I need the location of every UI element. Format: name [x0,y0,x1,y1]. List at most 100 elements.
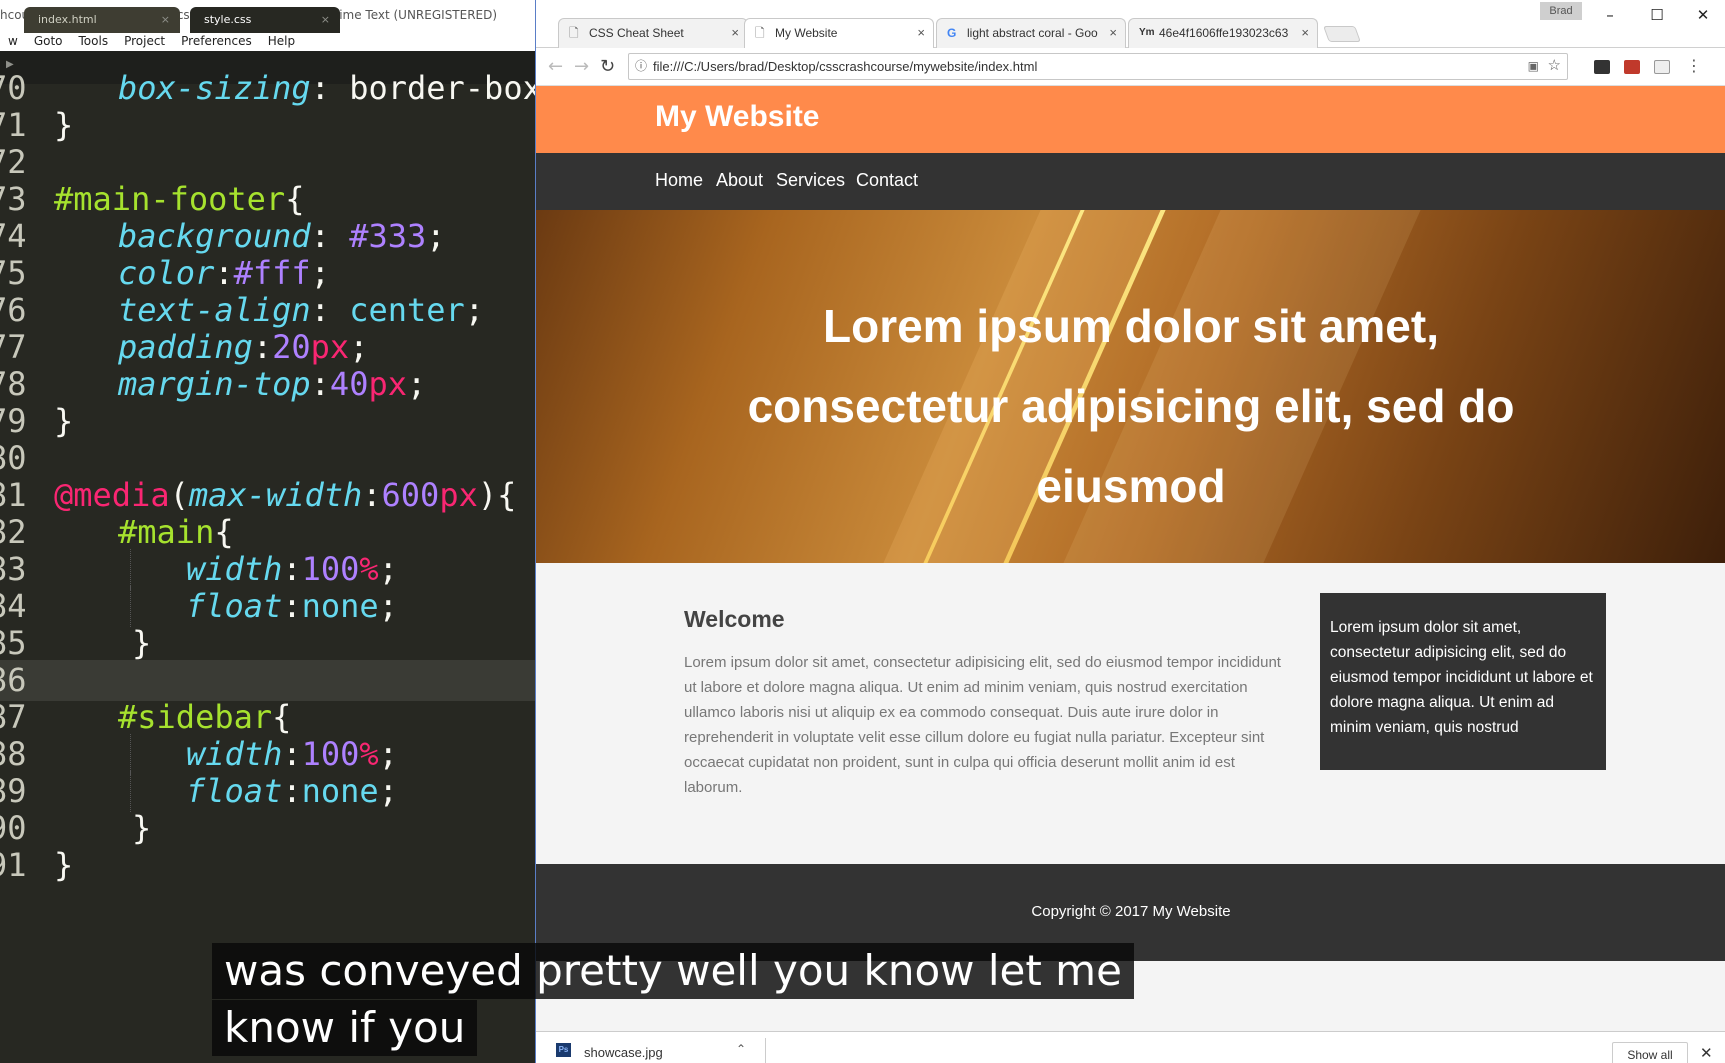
css-property: background [118,217,311,255]
code-line: 88width:100%; [0,734,535,775]
subtitle-line: was conveyed pretty well you know let me [212,943,1134,999]
site-nav: Home About Services Contact [536,153,1725,210]
line-number: 79 [0,402,27,440]
css-property: box-sizing [118,69,311,107]
close-icon[interactable]: × [727,19,739,47]
pdf-extension-icon[interactable] [1624,60,1640,74]
css-unit: px [368,365,407,403]
close-icon[interactable]: ✕ [1700,1044,1713,1062]
css-value: border-box [329,69,535,107]
bookmark-star-icon[interactable]: ☆ [1548,53,1561,78]
code-line: 89float:none; [0,771,535,812]
forward-icon[interactable]: → [574,56,589,77]
close-icon[interactable]: × [161,7,170,33]
editor-tab-label: style.css [204,13,252,26]
css-property: padding [118,328,253,366]
minimize-icon[interactable]: – [1595,4,1625,26]
editor-tab-style-css[interactable]: style.css × [190,7,340,33]
menu-item-preferences[interactable]: Preferences [173,31,260,51]
code-line: 72 [0,142,535,183]
css-selector: #main-footer [54,180,286,218]
screen: hcourse\mywebsite\css\style.css (csscras… [0,0,1725,1063]
browser-tab-label: CSS Cheat Sheet [589,26,684,40]
code-editor[interactable]: 70box-sizing: border-box 71} 72 73#main-… [0,69,535,1063]
welcome-paragraph: Lorem ipsum dolor sit amet, consectetur … [684,654,1281,796]
copyright-text: Copyright © 2017 My Website [1031,903,1231,920]
code-line: 90} [0,808,535,849]
download-filename[interactable]: showcase.jpg [584,1045,663,1060]
css-property: width [186,735,283,773]
css-selector: #sidebar [118,698,273,736]
css-number: 100 [301,550,360,588]
translate-icon[interactable]: ▣ [1528,54,1539,79]
site-title[interactable]: My Website [655,100,820,134]
brace: } [54,846,74,884]
close-icon[interactable]: × [1105,19,1117,47]
browser-tab-css-cheat-sheet[interactable]: 🗋 CSS Cheat Sheet × [558,18,748,48]
line-number: 82 [0,513,27,551]
browser-tab-my-website[interactable]: 🗋 My Website × [744,18,934,48]
info-icon[interactable]: ⓘ [635,54,647,79]
url-text[interactable]: file:///C:/Users/brad/Desktop/csscrashco… [653,59,1037,74]
show-all-button[interactable]: Show all [1612,1042,1688,1063]
editor-tab-index-html[interactable]: index.html × [24,7,180,33]
css-value: none [301,772,379,810]
menu-icon[interactable]: ⋮ [1686,56,1702,75]
css-property: float [186,587,283,625]
line-number: 73 [0,180,27,218]
css-unit: % [359,735,379,773]
close-icon[interactable]: × [321,7,330,33]
extension-icon[interactable] [1594,60,1610,74]
nav-link-home[interactable]: Home [655,170,703,191]
menu-item-window[interactable]: w [0,31,26,51]
code-line: 82 #main{ [0,512,535,553]
welcome-heading: Welcome [684,606,785,632]
code-line: 80 [0,438,535,479]
code-line: 76text-align: center; [0,290,535,331]
indent-guide [130,771,131,812]
back-icon[interactable]: ← [548,56,563,77]
line-number: 77 [0,328,27,366]
line-number: 76 [0,291,27,329]
menu-item-help[interactable]: Help [260,31,303,51]
extension-icon[interactable] [1654,60,1670,74]
new-tab-button[interactable] [1323,26,1361,42]
showcase-line: consectetur adipisicing elit, sed do [747,380,1515,432]
brace: } [132,809,152,847]
line-number: 81 [0,476,27,514]
css-value: #fff [233,254,311,292]
code-line: 79} [0,401,535,442]
css-unit: px [310,328,350,366]
menu-item-tools[interactable]: Tools [71,31,117,51]
css-value: center [349,291,465,329]
css-number: 100 [301,735,360,773]
css-unit: % [359,550,379,588]
at-rule: @media [54,476,170,514]
css-property: text-align [118,291,311,329]
line-number: 80 [0,439,27,477]
profile-badge[interactable]: Brad [1540,2,1582,20]
browser-tab-label: My Website [775,26,838,40]
sidebar-text: Lorem ipsum dolor sit amet, consectetur … [1330,619,1593,736]
code-line: 85} [0,623,535,664]
chevron-up-icon[interactable]: ⌃ [736,1042,746,1056]
menu-item-project[interactable]: Project [116,31,173,51]
code-line: 87 #sidebar{ [0,697,535,738]
brace: } [54,402,74,440]
browser-tab-google-search[interactable]: G light abstract coral - Goo × [936,18,1126,48]
menu-item-goto[interactable]: Goto [26,31,71,51]
reload-icon[interactable]: ↻ [600,56,615,77]
address-bar[interactable]: ⓘ file:///C:/Users/brad/Desktop/csscrash… [628,53,1568,80]
nav-link-services[interactable]: Services [776,170,845,191]
browser-tab-image[interactable]: Ym 46e4f1606ffe193023c63 × [1128,18,1318,48]
maximize-icon[interactable]: ☐ [1642,4,1672,26]
page-icon: 🗋 [569,26,579,40]
close-icon[interactable]: × [913,19,925,47]
close-window-icon[interactable]: ✕ [1688,4,1718,26]
showcase-heading: Lorem ipsum dolor sit amet, consectetur … [656,286,1606,526]
yandex-icon: Ym [1139,27,1155,38]
nav-link-about[interactable]: About [716,170,763,191]
nav-link-contact[interactable]: Contact [856,170,918,191]
close-icon[interactable]: × [1297,19,1309,47]
line-number: 85 [0,624,27,662]
